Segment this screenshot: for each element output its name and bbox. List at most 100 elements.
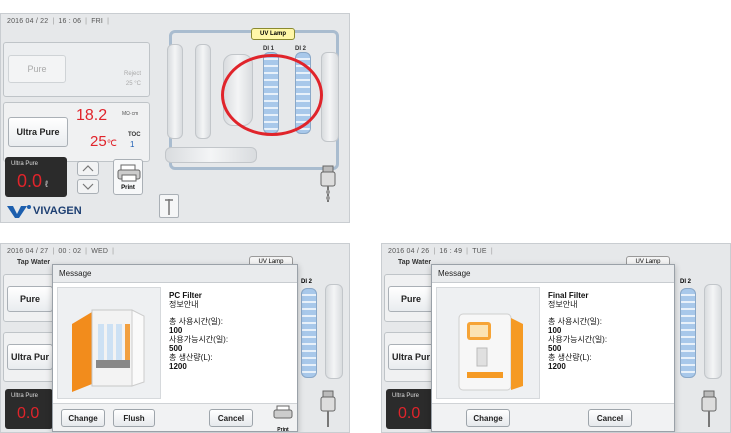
vivagen-logo-icon: [7, 205, 31, 218]
dialog-title: Message: [432, 265, 674, 283]
pc-filter-screen: 2016 04 / 27 | 00 : 02 | WED | Tap Water Pure…: [0, 243, 350, 433]
available-value: 500: [548, 344, 562, 353]
main-screen: 2016 04 / 22 | 16 : 06 | FRI | Pure Reject 25…: [0, 13, 350, 223]
ultra-pure-panel: Ultra Pure 18.2 MΩ·cm 25℃ TOC 1: [3, 102, 150, 162]
bg-dispenser-icon: [700, 389, 718, 432]
status-day: FRI: [91, 18, 104, 25]
bg-ultra-button: Ultra Pur: [7, 344, 53, 370]
cancel-button[interactable]: Cancel: [209, 409, 253, 427]
bg-final-cartridge: [325, 284, 343, 379]
change-button[interactable]: Change: [466, 409, 510, 427]
di2-label: DI 2: [295, 46, 307, 52]
pure-temp-readout: 25 °C: [125, 81, 141, 87]
change-button[interactable]: Change: [61, 409, 105, 427]
filter-cartridge-1: [167, 44, 183, 139]
production-label: 총 생산량(L):: [548, 353, 592, 362]
dispenser-icon: [319, 164, 337, 202]
status-date: 2016 04 / 22: [7, 18, 49, 25]
tap-icon[interactable]: [159, 194, 179, 218]
status-day: WED: [91, 248, 109, 255]
printer-icon: [273, 405, 293, 419]
horizontal-tank: [165, 147, 257, 163]
bg-pure-button: Pure: [7, 286, 53, 312]
chevron-down-icon: [82, 183, 94, 190]
filter-info: Final Filter 정보안내 총 사용시간(일): 100 사용가능시간(…: [548, 291, 607, 371]
total-use-value: 100: [169, 326, 183, 335]
final-filter-icon: [458, 313, 523, 391]
bg-volume: 0.0: [17, 405, 40, 422]
flush-button[interactable]: Flush: [113, 409, 155, 427]
total-use-value: 100: [548, 326, 562, 335]
dispense-display[interactable]: Ultra Pure 0.0 ℓ: [5, 157, 67, 197]
uv-lamp-badge[interactable]: UV Lamp: [251, 28, 295, 40]
bg-di2-cartridge: [680, 288, 696, 378]
status-date: 2016 04 / 26: [388, 248, 430, 255]
di1-label: DI 1: [263, 46, 275, 52]
filter-name: Final Filter: [548, 291, 589, 300]
bg-print-button[interactable]: Print: [271, 404, 295, 432]
bg-ultra-button: Ultra Pur: [388, 344, 434, 370]
bg-volume: 0.0: [398, 405, 421, 422]
bg-dispense-display: Ultra Pure 0.0: [5, 389, 53, 429]
print-label: Print: [121, 185, 135, 191]
bg-di2-label: DI 2: [680, 279, 692, 285]
bg-dispense-label: Ultra Pure: [11, 393, 39, 399]
total-use-label: 총 사용시간(일):: [548, 317, 602, 326]
bg-dispense-label: Ultra Pure: [392, 393, 420, 399]
production-value: 1200: [169, 362, 187, 371]
status-time: 00 : 02: [58, 248, 82, 255]
production-label: 총 생산량(L):: [169, 353, 213, 362]
bg-final-cartridge: [704, 284, 722, 379]
volume-down-button[interactable]: [77, 179, 99, 194]
temperature-readout: 25℃: [90, 133, 117, 150]
status-time: 16 : 06: [58, 18, 82, 25]
available-value: 500: [169, 344, 183, 353]
final-filter-cartridge: [321, 52, 339, 142]
bg-pure-button: Pure: [388, 286, 434, 312]
message-dialog: Message PC Filter 정보안내 총 사용시간(일): 100 사용…: [52, 264, 298, 432]
bg-di2-cartridge: [301, 288, 317, 378]
pure-reject-label: Reject: [123, 71, 141, 77]
resistivity-value: 18.2: [76, 107, 108, 124]
print-button[interactable]: Print: [113, 159, 143, 195]
cancel-button[interactable]: Cancel: [588, 409, 632, 427]
toc-label: TOC: [128, 132, 141, 138]
tap-water-label: Tap Water: [398, 259, 432, 266]
filter-cartridge-2: [195, 44, 211, 139]
volume-readout: 0.0 ℓ: [17, 171, 48, 191]
pure-panel: Pure Reject 25 °C: [3, 42, 150, 97]
bg-print-label: Print: [277, 427, 289, 433]
bg-dispense-display: Ultra Pure 0.0: [386, 389, 434, 429]
filter-name: PC Filter: [169, 291, 202, 300]
printer-icon: [117, 164, 141, 182]
bg-dispenser-icon: [319, 389, 337, 432]
status-bar: 2016 04 / 22 | 16 : 06 | FRI |: [7, 18, 110, 25]
filter-info: PC Filter 정보안내 총 사용시간(일): 100 사용가능시간(일):…: [169, 291, 228, 371]
highlight-circle: [221, 54, 323, 136]
filter-image: [436, 287, 540, 399]
message-dialog: Message Final Filter 정보안내 총 사용시간(일): 100…: [431, 264, 675, 432]
chevron-up-icon: [82, 165, 94, 172]
total-use-label: 총 사용시간(일):: [169, 317, 223, 326]
status-time: 16 : 49: [439, 248, 463, 255]
status-bar: 2016 04 / 26 | 16 : 49 | TUE |: [388, 248, 493, 255]
tap-water-label: Tap Water: [17, 259, 51, 266]
available-label: 사용가능시간(일):: [548, 335, 608, 344]
info-title: 정보안내: [169, 300, 199, 309]
status-day: TUE: [472, 248, 487, 255]
status-bar: 2016 04 / 27 | 00 : 02 | WED |: [7, 248, 115, 255]
brand-logo: VIVAGEN: [7, 204, 82, 218]
bg-di2-label: DI 2: [301, 279, 313, 285]
dialog-title: Message: [53, 265, 297, 283]
dispense-label: Ultra Pure: [11, 161, 39, 167]
resistivity-unit: MΩ·cm: [122, 111, 139, 117]
volume-up-button[interactable]: [77, 161, 99, 176]
production-value: 1200: [548, 362, 566, 371]
final-filter-screen: 2016 04 / 26 | 16 : 49 | TUE | Tap Water Pure…: [381, 243, 731, 433]
info-title: 정보안내: [548, 300, 578, 309]
pc-filter-icon: [72, 309, 145, 392]
pure-button[interactable]: Pure: [8, 55, 66, 83]
ultra-pure-button[interactable]: Ultra Pure: [8, 117, 68, 147]
filter-image: [57, 287, 161, 399]
toc-value: 1: [130, 140, 135, 149]
